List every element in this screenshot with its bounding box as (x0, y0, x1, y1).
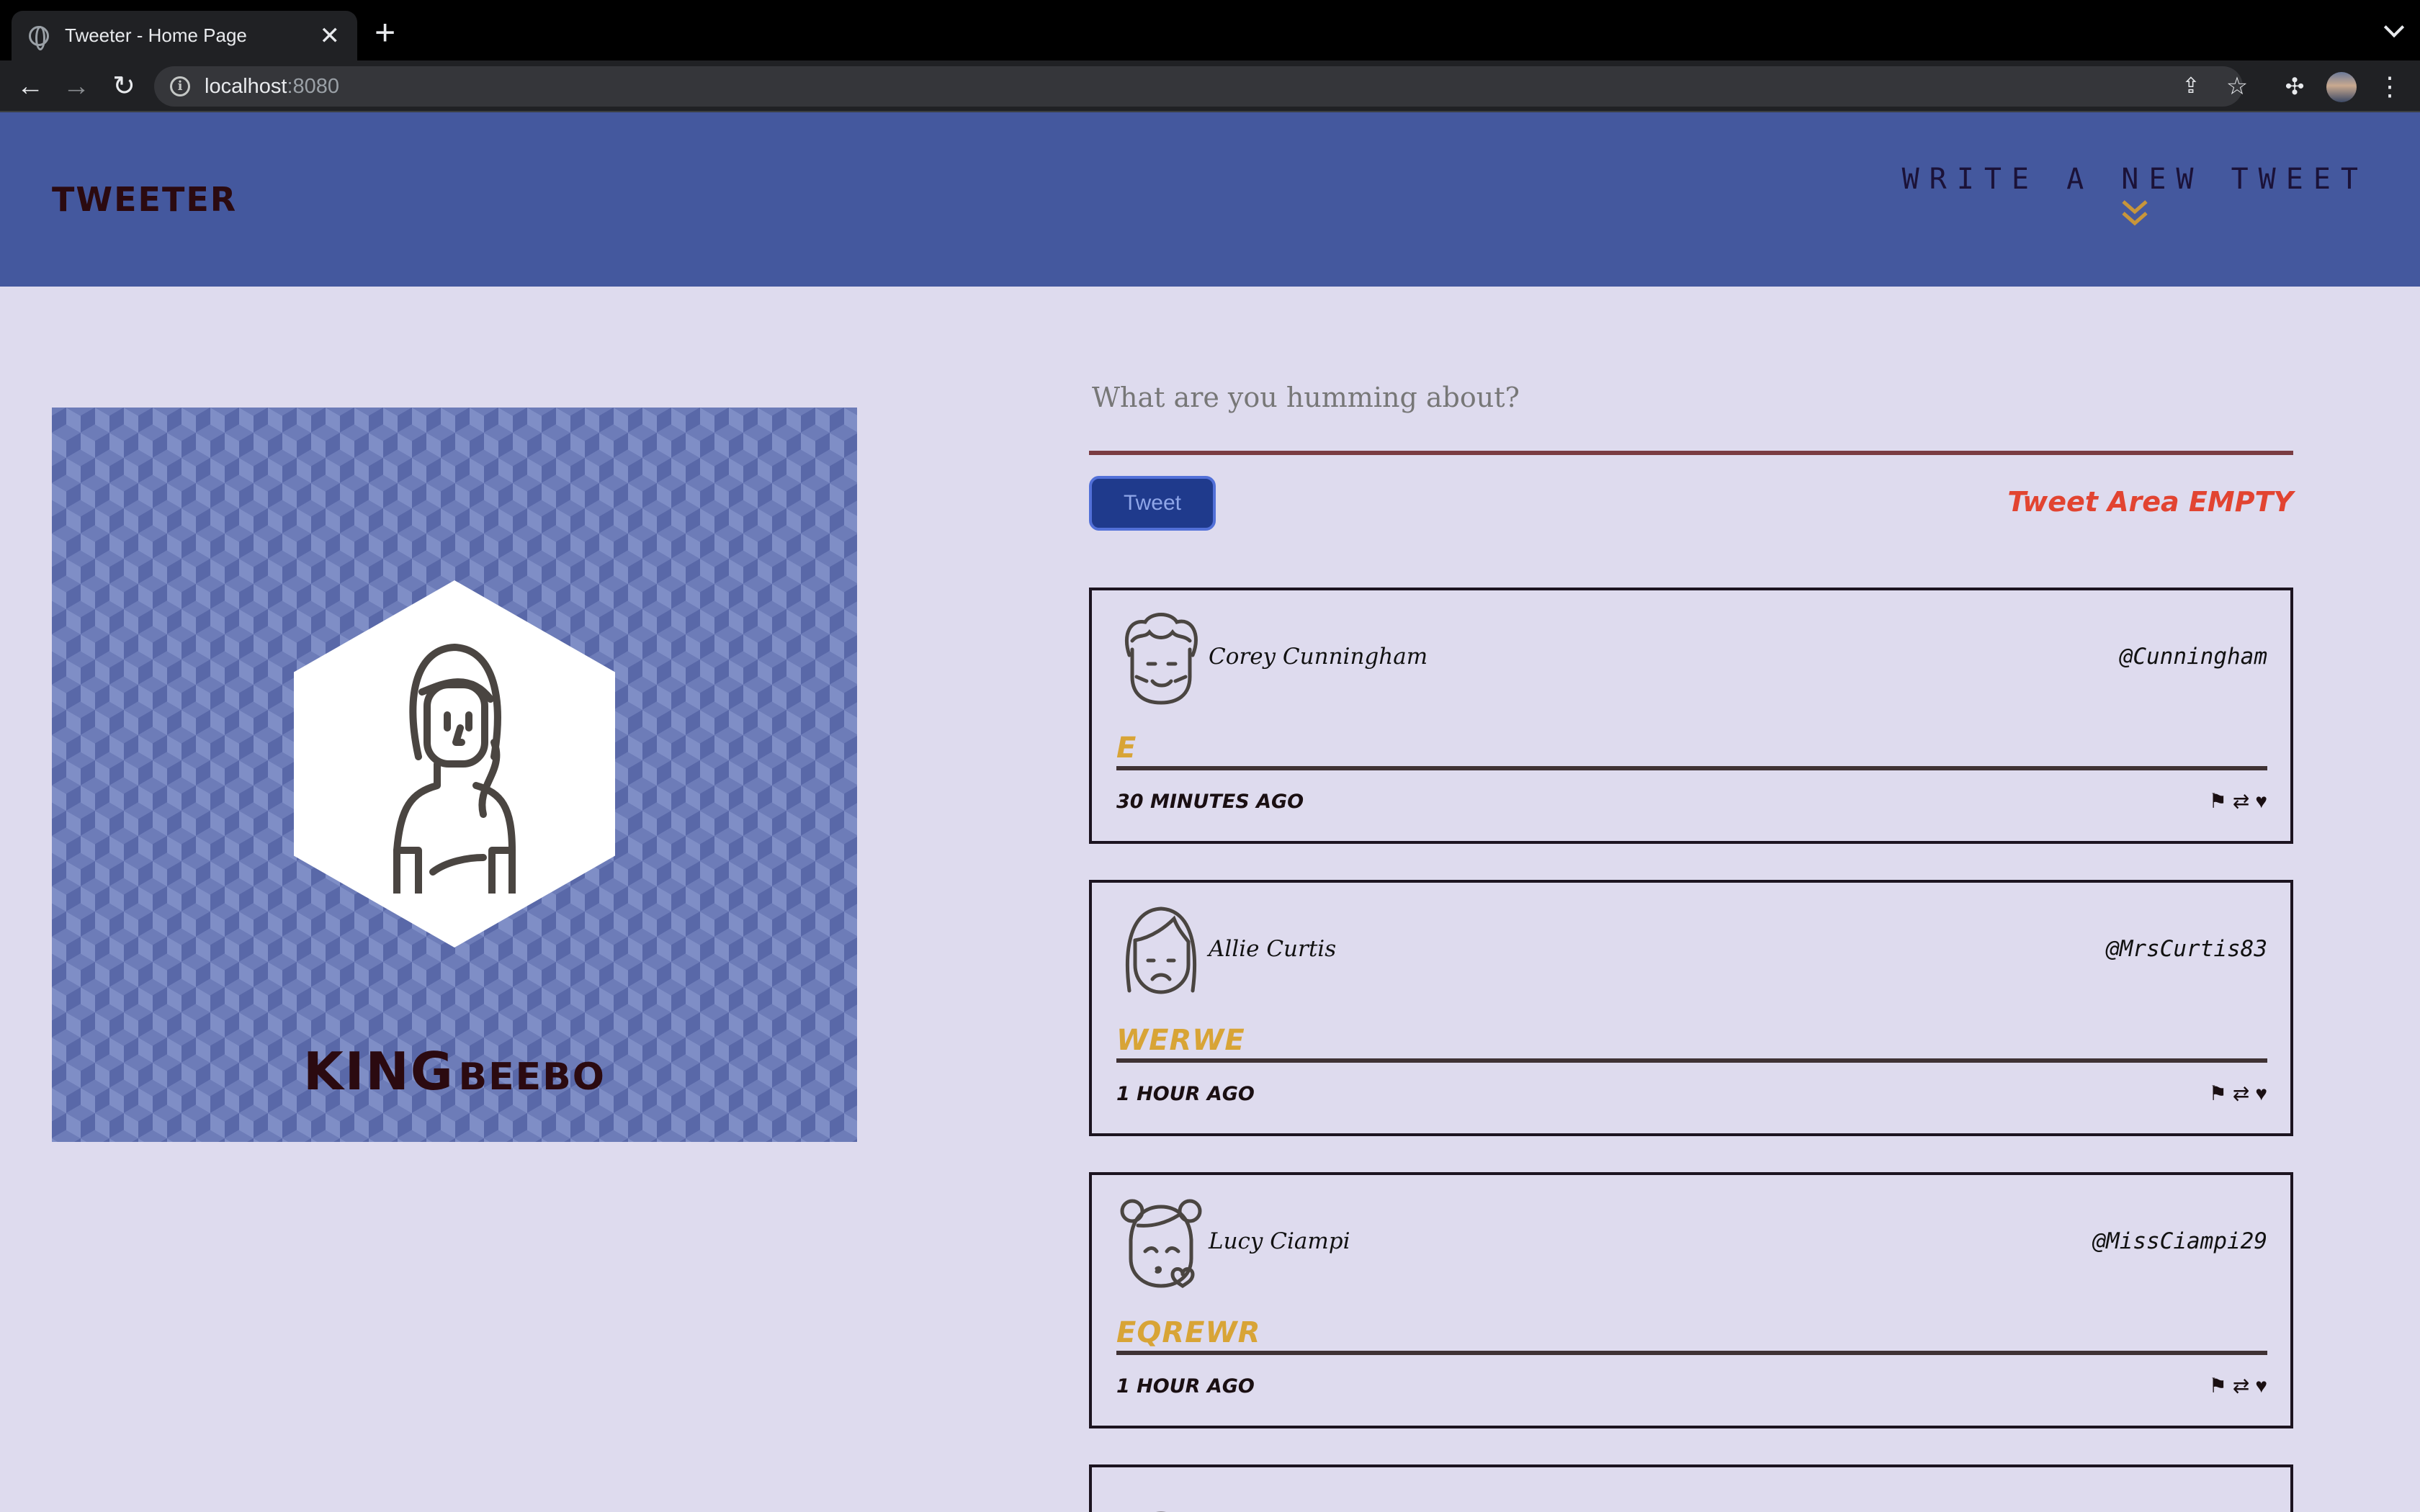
tweet-content: WERWE (1116, 1024, 1245, 1057)
browser-tab[interactable]: Tweeter - Home Page ✕ (12, 11, 357, 60)
browser-tab-bar: Tweeter - Home Page ✕ + (0, 0, 2420, 60)
share-icon[interactable]: ⇪ (2175, 71, 2207, 102)
tweet-card-partial (1089, 1464, 2293, 1512)
tweet-content: EQREWR (1116, 1316, 1261, 1349)
bookmark-star-icon[interactable]: ☆ (2221, 71, 2253, 102)
close-tab-icon[interactable]: ✕ (320, 24, 341, 48)
flag-icon[interactable]: ⚑ (2209, 1375, 2227, 1397)
profile-avatar-hexagon (294, 580, 615, 948)
tweet-timestamp: 30 MINUTES AGO (1116, 791, 1304, 813)
forward-icon[interactable]: → (60, 71, 92, 102)
globe-icon (29, 25, 49, 50)
tweet-author-name[interactable]: Allie Curtis (1209, 936, 1336, 962)
tweet-author-name[interactable]: Corey Cunningham (1209, 644, 1428, 670)
flag-icon[interactable]: ⚑ (2209, 1083, 2227, 1104)
write-tweet-toggle[interactable]: WRITE A NEW TWEET (1902, 163, 2368, 229)
tweet-author-handle[interactable]: @MrsCurtis83 (2106, 936, 2267, 962)
back-icon[interactable]: ← (14, 71, 46, 102)
profile-name: KING BEEBO (52, 1041, 857, 1102)
tweet-card: Corey Cunningham @Cunningham E 30 MINUTE… (1089, 588, 2293, 844)
heart-icon[interactable]: ♥ (2255, 791, 2267, 812)
write-tweet-label: WRITE A NEW TWEET (1901, 163, 2368, 196)
browser-toolbar: ← → ↻ i localhost:8080 ⇪ ☆ ✣ ⋮ (0, 60, 2420, 112)
app-header: TWEETER WRITE A NEW TWEET (0, 112, 2420, 287)
tweet-author-name[interactable]: Lucy Ciampi (1209, 1228, 1350, 1254)
heart-icon[interactable]: ♥ (2255, 1083, 2267, 1104)
tweet-submit-button[interactable]: Tweet (1089, 476, 1216, 531)
tweet-divider (1116, 766, 2267, 770)
tweet-actions: ⚑ ⇄ ♥ (2209, 1375, 2267, 1397)
profile-first-name: KING (302, 1041, 454, 1102)
heart-icon[interactable]: ♥ (2255, 1375, 2267, 1397)
tweet-actions: ⚑ ⇄ ♥ (2209, 1083, 2267, 1104)
tab-title: Tweeter - Home Page (65, 24, 247, 46)
tweet-actions: ⚑ ⇄ ♥ (2209, 791, 2267, 812)
curly-hair-man-avatar (1116, 612, 1206, 706)
profile-last-name: BEEBO (458, 1056, 606, 1099)
url-host: localhost (205, 74, 287, 98)
tweet-card: Allie Curtis @MrsCurtis83 WERWE 1 HOUR A… (1089, 880, 2293, 1136)
double-chevron-down-icon[interactable] (1902, 199, 2368, 229)
extensions-icon[interactable]: ✣ (2279, 71, 2311, 102)
retweet-icon[interactable]: ⇄ (2233, 791, 2249, 812)
retweet-icon[interactable]: ⇄ (2233, 1083, 2249, 1104)
new-tab-button[interactable]: + (375, 14, 395, 50)
avatar-icon (1116, 1489, 1206, 1512)
brand-logo[interactable]: TWEETER (52, 180, 237, 219)
tweet-textarea[interactable] (1089, 367, 2293, 455)
reload-icon[interactable]: ↻ (108, 71, 140, 102)
url-port: :8080 (287, 74, 340, 98)
tweet-card: Lucy Ciampi @MissCiampi29 EQREWR 1 HOUR … (1089, 1172, 2293, 1428)
profile-card: KING BEEBO (52, 408, 857, 1142)
tweet-timestamp: 1 HOUR AGO (1116, 1375, 1255, 1398)
tweet-author-handle[interactable]: @MissCiampi29 (2092, 1228, 2267, 1254)
browser-menu-icon[interactable]: ⋮ (2374, 71, 2406, 102)
tab-search-icon[interactable] (2383, 17, 2405, 38)
retweet-icon[interactable]: ⇄ (2233, 1375, 2249, 1397)
woman-avatar-icon (393, 644, 516, 894)
composer-actions: Tweet Tweet Area EMPTY (1089, 476, 2293, 548)
tweet-timestamp: 1 HOUR AGO (1116, 1083, 1255, 1105)
address-bar[interactable]: i localhost:8080 (154, 66, 2243, 107)
error-message: Tweet Area EMPTY (2007, 486, 2293, 518)
tweet-author-handle[interactable]: @Cunningham (2120, 644, 2267, 670)
profile-avatar[interactable] (2326, 72, 2357, 102)
kissing-girl-avatar (1116, 1197, 1206, 1290)
flag-icon[interactable]: ⚑ (2209, 791, 2227, 812)
tweet-divider (1116, 1058, 2267, 1063)
tweet-content: E (1116, 732, 1137, 765)
site-info-icon[interactable]: i (170, 76, 190, 96)
tweet-composer: Tweet Tweet Area EMPTY (1089, 367, 2293, 548)
tweet-divider (1116, 1351, 2267, 1355)
woman-avatar (1116, 904, 1206, 998)
